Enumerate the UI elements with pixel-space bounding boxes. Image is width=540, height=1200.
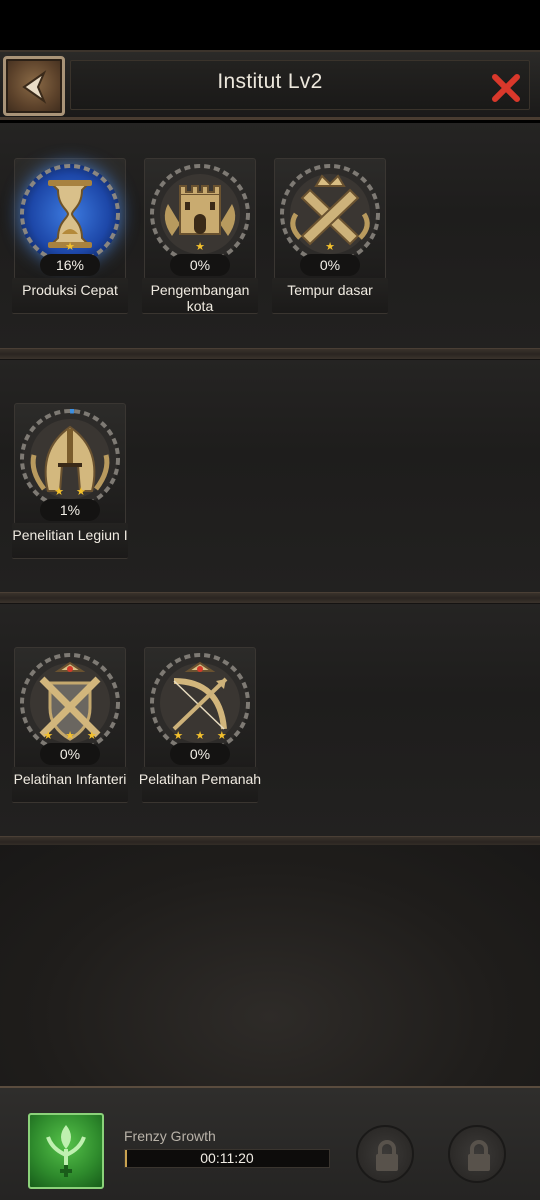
research-node-label: Tempur dasar: [287, 282, 373, 298]
locked-slot[interactable]: [356, 1125, 414, 1183]
star-rating: ★: [65, 241, 87, 253]
research-node-label: Produksi Cepat: [22, 282, 118, 298]
progress-percent: 0%: [40, 743, 100, 765]
section-divider: [0, 348, 540, 360]
status-bar: [0, 0, 540, 50]
research-node-label: Penelitian Legiun I: [12, 527, 128, 543]
header: Institut Lv2: [0, 50, 540, 120]
research-section-2: ★★ 1% Penelitian Legiun I: [0, 360, 540, 592]
research-section-1: ★ 16% Produksi Cepat ★ 0% Pengembangan k…: [0, 123, 540, 348]
locked-slot[interactable]: [448, 1125, 506, 1183]
section-divider: [0, 592, 540, 604]
star-rating: ★★: [54, 486, 98, 498]
wheat-growth-icon[interactable]: [28, 1113, 104, 1189]
boost-timer: 00:11:20: [200, 1150, 254, 1166]
progress-percent: 1%: [40, 499, 100, 521]
progress-percent: 0%: [170, 254, 230, 276]
boost-name: Frenzy Growth: [124, 1128, 216, 1144]
background-scene: [0, 845, 540, 1090]
research-section-3: ★★★ 0% Pelatihan Infanteri ★★★ 0% Pelati…: [0, 604, 540, 836]
research-node-label: Pengembangan kota: [150, 282, 250, 314]
star-rating: ★: [325, 241, 347, 253]
progress-percent: 16%: [40, 254, 100, 276]
star-rating: ★★★: [173, 730, 239, 742]
page-title: Institut Lv2: [217, 70, 323, 93]
lock-icon: [468, 1140, 490, 1171]
lock-icon: [376, 1140, 398, 1171]
research-node-label: Pelatihan Pemanah: [138, 771, 262, 787]
close-icon[interactable]: [490, 72, 522, 104]
star-rating: ★★★: [43, 730, 109, 742]
progress-percent: 0%: [170, 743, 230, 765]
boost-timer-bar: 00:11:20: [124, 1149, 330, 1168]
research-node-label: Pelatihan Infanteri: [13, 771, 127, 787]
star-rating: ★: [195, 241, 217, 253]
progress-percent: 0%: [300, 254, 360, 276]
boost-bar: Frenzy Growth 00:11:20: [0, 1086, 540, 1200]
